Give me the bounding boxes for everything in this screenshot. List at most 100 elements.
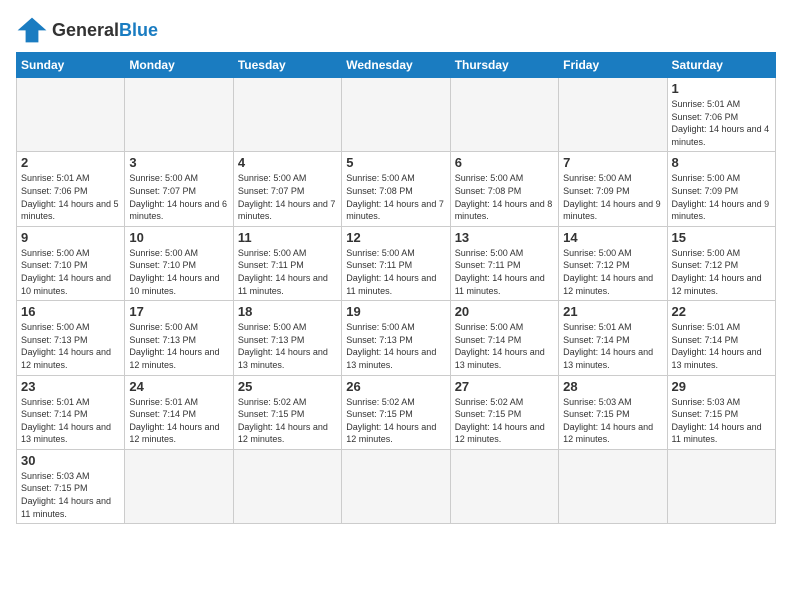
day-info: Sunrise: 5:00 AMSunset: 7:10 PMDaylight:…	[21, 247, 120, 297]
calendar-cell: 26Sunrise: 5:02 AMSunset: 7:15 PMDayligh…	[342, 375, 450, 449]
calendar-cell: 11 Sunrise: 5:00 AMSunset: 7:11 PMDayligh…	[233, 226, 341, 300]
calendar-cell: 12 Sunrise: 5:00 AMSunset: 7:11 PMDayligh…	[342, 226, 450, 300]
day-number: 9	[21, 230, 120, 245]
calendar-cell: 3 Sunrise: 5:00 AMSunset: 7:07 PMDaylight…	[125, 152, 233, 226]
day-info: Sunrise: 5:00 AMSunset: 7:08 PMDaylight:…	[346, 172, 445, 222]
day-header-wednesday: Wednesday	[342, 53, 450, 78]
day-number: 27	[455, 379, 554, 394]
day-number: 5	[346, 155, 445, 170]
day-number: 4	[238, 155, 337, 170]
day-number: 13	[455, 230, 554, 245]
day-info: Sunrise: 5:00 AMSunset: 7:10 PMDaylight:…	[129, 247, 228, 297]
calendar-week-row: 9 Sunrise: 5:00 AMSunset: 7:10 PMDaylight…	[17, 226, 776, 300]
day-info: Sunrise: 5:00 AMSunset: 7:13 PMDaylight:…	[346, 321, 445, 371]
calendar-cell	[559, 449, 667, 523]
day-info: Sunrise: 5:00 AMSunset: 7:07 PMDaylight:…	[129, 172, 228, 222]
calendar-cell: 7Sunrise: 5:00 AMSunset: 7:09 PMDaylight…	[559, 152, 667, 226]
calendar-cell	[233, 449, 341, 523]
day-number: 6	[455, 155, 554, 170]
logo-icon	[16, 16, 48, 44]
day-header-monday: Monday	[125, 53, 233, 78]
calendar-cell: 27 Sunrise: 5:02 AMSunset: 7:15 PMDayligh…	[450, 375, 558, 449]
calendar-cell	[450, 78, 558, 152]
calendar-cell: 2Sunrise: 5:01 AMSunset: 7:06 PMDaylight…	[17, 152, 125, 226]
calendar-cell	[450, 449, 558, 523]
day-info: Sunrise: 5:00 AMSunset: 7:11 PMDaylight:…	[346, 247, 445, 297]
calendar-cell: 16Sunrise: 5:00 AMSunset: 7:13 PMDayligh…	[17, 301, 125, 375]
day-number: 1	[672, 81, 771, 96]
calendar-cell: 20Sunrise: 5:00 AMSunset: 7:14 PMDayligh…	[450, 301, 558, 375]
day-header-tuesday: Tuesday	[233, 53, 341, 78]
day-number: 12	[346, 230, 445, 245]
day-info: Sunrise: 5:02 AMSunset: 7:15 PMDaylight:…	[346, 396, 445, 446]
day-number: 29	[672, 379, 771, 394]
day-info: Sunrise: 5:03 AMSunset: 7:15 PMDaylight:…	[563, 396, 662, 446]
calendar-cell	[342, 449, 450, 523]
day-number: 11	[238, 230, 337, 245]
calendar-cell: 10 Sunrise: 5:00 AMSunset: 7:10 PMDayligh…	[125, 226, 233, 300]
calendar-cell	[667, 449, 775, 523]
calendar-cell: 28Sunrise: 5:03 AMSunset: 7:15 PMDayligh…	[559, 375, 667, 449]
calendar-week-row: 16 Sunrise: 5:00 AMSunset: 7:13 PMDayligh…	[17, 301, 776, 375]
page-header: GeneralBlue	[16, 16, 776, 44]
day-info: Sunrise: 5:00 AMSunset: 7:13 PMDaylight:…	[129, 321, 228, 371]
day-info: Sunrise: 5:00 AMSunset: 7:11 PMDaylight:…	[238, 247, 337, 297]
day-number: 14	[563, 230, 662, 245]
day-info: Sunrise: 5:00 AMSunset: 7:07 PMDaylight:…	[238, 172, 337, 222]
calendar-cell	[17, 78, 125, 152]
calendar-cell: 15 Sunrise: 5:00 AMSunset: 7:12 PMDayligh…	[667, 226, 775, 300]
day-number: 15	[672, 230, 771, 245]
day-number: 2	[21, 155, 120, 170]
day-number: 10	[129, 230, 228, 245]
logo-text: GeneralBlue	[52, 20, 158, 41]
day-info: Sunrise: 5:00 AMSunset: 7:11 PMDaylight:…	[455, 247, 554, 297]
calendar-cell	[125, 78, 233, 152]
day-number: 19	[346, 304, 445, 319]
day-number: 25	[238, 379, 337, 394]
day-header-sunday: Sunday	[17, 53, 125, 78]
day-info: Sunrise: 5:00 AMSunset: 7:09 PMDaylight:…	[563, 172, 662, 222]
calendar-cell: 23 Sunrise: 5:01 AMSunset: 7:14 PMDayligh…	[17, 375, 125, 449]
calendar-cell: 30 Sunrise: 5:03 AMSunset: 7:15 PMDayligh…	[17, 449, 125, 523]
day-number: 30	[21, 453, 120, 468]
day-header-saturday: Saturday	[667, 53, 775, 78]
calendar-cell: 18Sunrise: 5:00 AMSunset: 7:13 PMDayligh…	[233, 301, 341, 375]
calendar-cell: 13 Sunrise: 5:00 AMSunset: 7:11 PMDayligh…	[450, 226, 558, 300]
day-info: Sunrise: 5:00 AMSunset: 7:13 PMDaylight:…	[238, 321, 337, 371]
day-info: Sunrise: 5:01 AMSunset: 7:14 PMDaylight:…	[672, 321, 771, 371]
calendar-cell	[233, 78, 341, 152]
day-header-thursday: Thursday	[450, 53, 558, 78]
day-number: 23	[21, 379, 120, 394]
calendar-cell: 21 Sunrise: 5:01 AMSunset: 7:14 PMDayligh…	[559, 301, 667, 375]
day-number: 3	[129, 155, 228, 170]
day-info: Sunrise: 5:01 AMSunset: 7:14 PMDaylight:…	[563, 321, 662, 371]
day-info: Sunrise: 5:03 AMSunset: 7:15 PMDaylight:…	[21, 470, 120, 520]
calendar-cell	[342, 78, 450, 152]
calendar-week-row: 30 Sunrise: 5:03 AMSunset: 7:15 PMDayligh…	[17, 449, 776, 523]
day-info: Sunrise: 5:02 AMSunset: 7:15 PMDaylight:…	[238, 396, 337, 446]
calendar-cell: 6 Sunrise: 5:00 AMSunset: 7:08 PMDaylight…	[450, 152, 558, 226]
calendar-cell	[559, 78, 667, 152]
day-info: Sunrise: 5:02 AMSunset: 7:15 PMDaylight:…	[455, 396, 554, 446]
calendar-cell: 14Sunrise: 5:00 AMSunset: 7:12 PMDayligh…	[559, 226, 667, 300]
calendar-cell	[125, 449, 233, 523]
calendar-cell: 25 Sunrise: 5:02 AMSunset: 7:15 PMDayligh…	[233, 375, 341, 449]
calendar-week-row: 1 Sunrise: 5:01 AMSunset: 7:06 PMDaylight…	[17, 78, 776, 152]
day-info: Sunrise: 5:00 AMSunset: 7:09 PMDaylight:…	[672, 172, 771, 222]
calendar-cell: 22 Sunrise: 5:01 AMSunset: 7:14 PMDayligh…	[667, 301, 775, 375]
calendar-header-row: SundayMondayTuesdayWednesdayThursdayFrid…	[17, 53, 776, 78]
day-number: 22	[672, 304, 771, 319]
calendar-cell: 24Sunrise: 5:01 AMSunset: 7:14 PMDayligh…	[125, 375, 233, 449]
calendar-cell: 29 Sunrise: 5:03 AMSunset: 7:15 PMDayligh…	[667, 375, 775, 449]
day-number: 16	[21, 304, 120, 319]
day-info: Sunrise: 5:00 AMSunset: 7:08 PMDaylight:…	[455, 172, 554, 222]
day-number: 8	[672, 155, 771, 170]
calendar-cell: 17Sunrise: 5:00 AMSunset: 7:13 PMDayligh…	[125, 301, 233, 375]
day-number: 21	[563, 304, 662, 319]
day-info: Sunrise: 5:01 AMSunset: 7:14 PMDaylight:…	[21, 396, 120, 446]
calendar-cell: 1 Sunrise: 5:01 AMSunset: 7:06 PMDaylight…	[667, 78, 775, 152]
day-info: Sunrise: 5:01 AMSunset: 7:06 PMDaylight:…	[672, 98, 771, 148]
day-info: Sunrise: 5:00 AMSunset: 7:12 PMDaylight:…	[672, 247, 771, 297]
day-number: 20	[455, 304, 554, 319]
day-info: Sunrise: 5:03 AMSunset: 7:15 PMDaylight:…	[672, 396, 771, 446]
